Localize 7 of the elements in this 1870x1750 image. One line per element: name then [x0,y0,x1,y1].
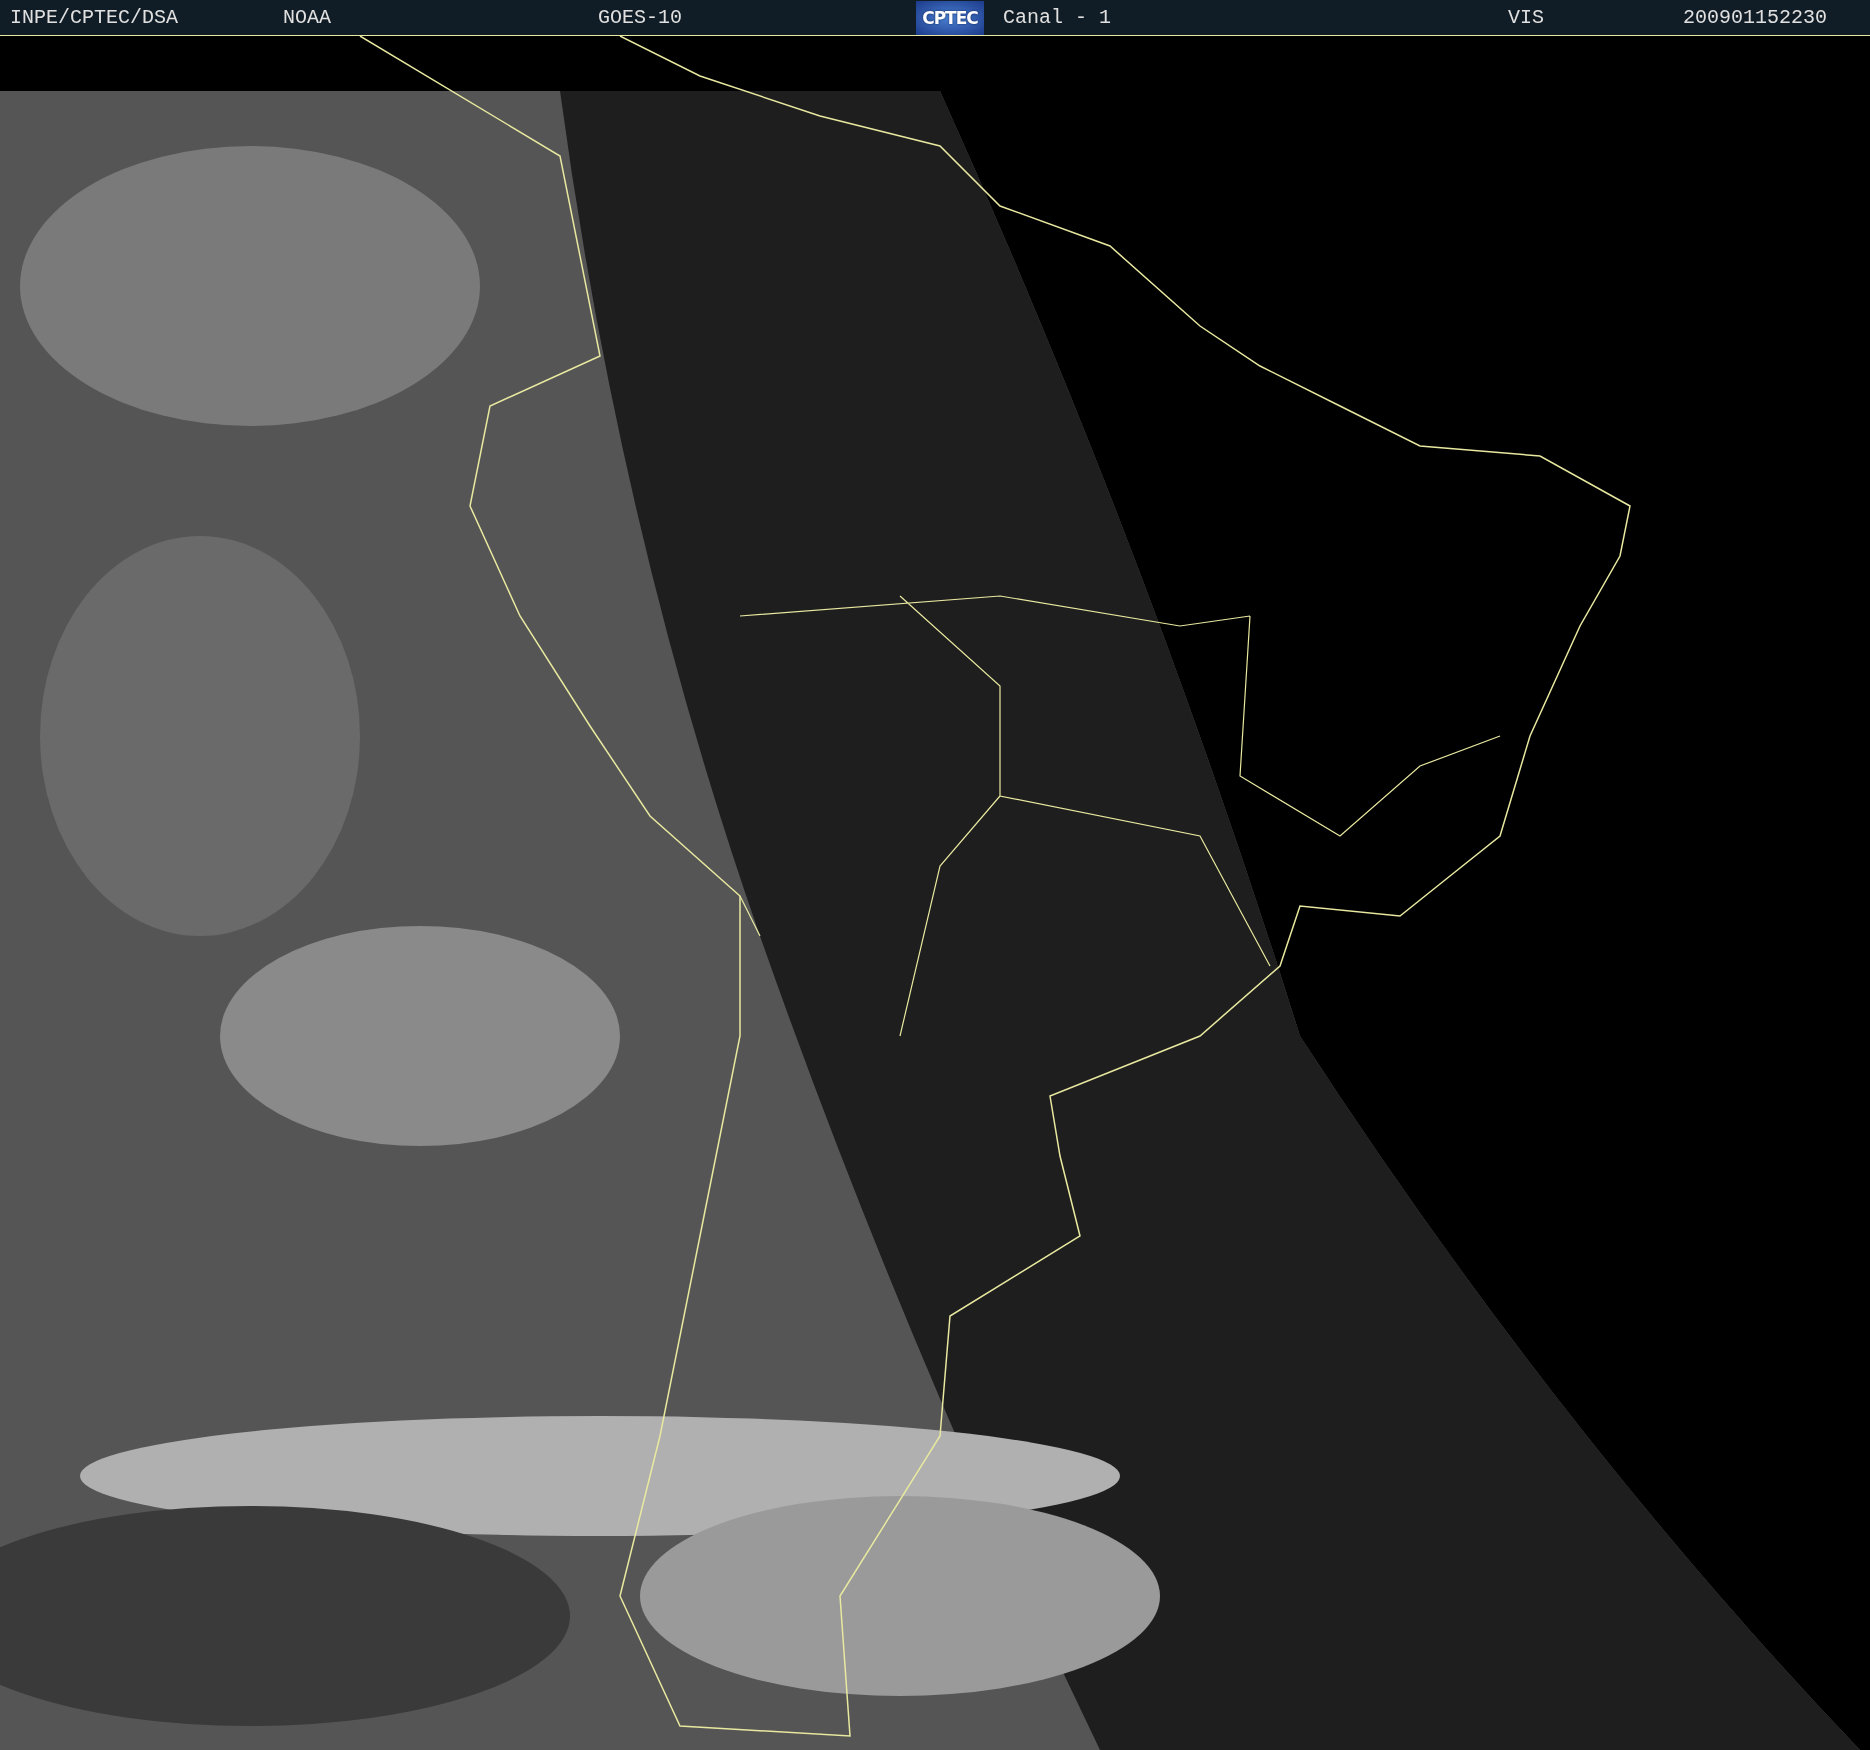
logo: CPTEC [916,0,984,35]
header-label: Canal - 1 [1002,6,1113,29]
header-label: 200901152230 [1682,6,1829,29]
header-label: GOES-10 [597,6,683,29]
header-label: NOAA [282,6,332,29]
header-label: INPE/CPTEC/DSA [9,6,180,29]
header-label: VIS [1507,6,1545,29]
